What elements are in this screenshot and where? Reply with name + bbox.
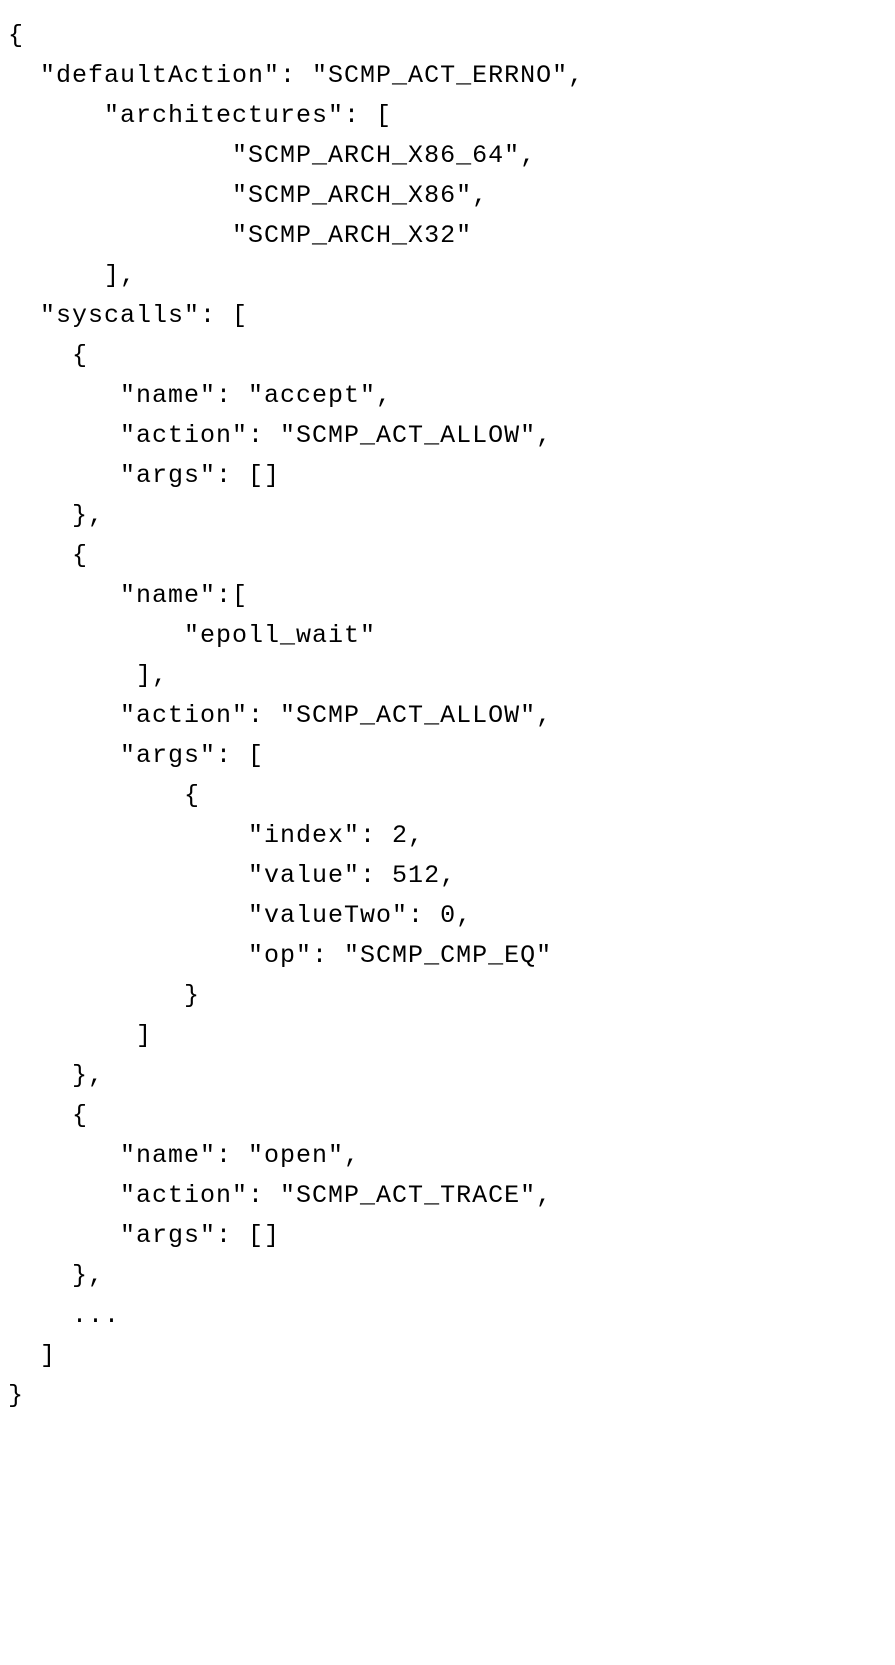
code-block: { "defaultAction": "SCMP_ACT_ERRNO", "ar… bbox=[0, 0, 895, 1416]
